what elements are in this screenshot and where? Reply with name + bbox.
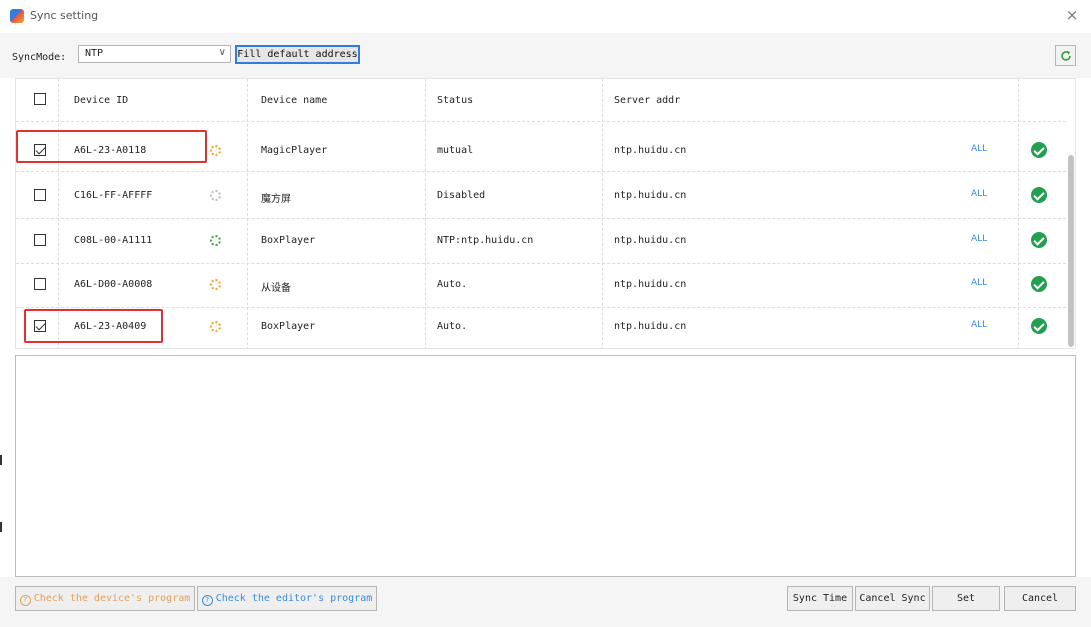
- column-divider: [602, 79, 603, 348]
- row-checkbox[interactable]: [34, 278, 46, 290]
- sync-mode-value: NTP: [85, 48, 104, 59]
- sync-mode-select[interactable]: NTP ∨: [78, 45, 231, 63]
- device-id-cell: A6L-D00-A0008: [74, 279, 153, 290]
- device-id-cell: C08L-00-A1111: [74, 235, 153, 246]
- server-addr-cell: ntp.huidu.cn: [614, 145, 687, 156]
- device-table: Device ID Device name Status Server addr…: [15, 78, 1076, 349]
- status-cell: NTP:ntp.huidu.cn: [437, 235, 534, 246]
- row-divider: [16, 218, 1066, 219]
- close-icon[interactable]: ×: [1063, 6, 1081, 24]
- row-checkbox[interactable]: [34, 234, 46, 246]
- column-divider: [1018, 79, 1019, 348]
- connection-status-icon: [210, 145, 221, 156]
- device-id-cell: C16L-FF-AFFFF: [74, 190, 153, 201]
- header-device-id[interactable]: Device ID: [74, 95, 128, 106]
- question-circle-icon: ?: [19, 595, 31, 606]
- sync-mode-label: SyncMode:: [12, 52, 67, 63]
- server-addr-cell: ntp.huidu.cn: [614, 321, 687, 332]
- header-status[interactable]: Status: [437, 95, 473, 106]
- row-divider: [16, 121, 1066, 122]
- sync-time-button[interactable]: Sync Time: [787, 586, 853, 611]
- status-cell: Disabled: [437, 190, 486, 201]
- device-name-cell: MagicPlayer: [261, 145, 328, 156]
- server-addr-cell: ntp.huidu.cn: [614, 235, 687, 246]
- header-device-name[interactable]: Device name: [261, 95, 327, 106]
- table-scrollbar[interactable]: [1068, 155, 1074, 347]
- all-link[interactable]: ALL: [971, 278, 987, 288]
- column-divider: [247, 79, 248, 348]
- check-circle-icon: [1031, 276, 1047, 292]
- all-link[interactable]: ALL: [971, 234, 987, 244]
- cancel-sync-button[interactable]: Cancel Sync: [855, 586, 930, 611]
- title-bar: Sync setting ×: [0, 0, 1091, 33]
- header-server-addr[interactable]: Server addr: [614, 95, 680, 106]
- device-name-cell: BoxPlayer: [261, 321, 316, 332]
- device-name-cell: 魔方屏: [261, 194, 291, 205]
- window-edge-mark: [0, 522, 2, 532]
- column-divider: [425, 79, 426, 348]
- server-addr-cell: ntp.huidu.cn: [614, 279, 687, 290]
- connection-status-icon: [210, 190, 221, 201]
- fill-default-address-button[interactable]: Fill default address: [235, 45, 360, 64]
- check-circle-icon: [1031, 232, 1047, 248]
- toolbar: SyncMode: NTP ∨ Fill default address: [0, 33, 1091, 78]
- device-name-cell: BoxPlayer: [261, 235, 316, 246]
- refresh-button[interactable]: [1055, 45, 1076, 66]
- status-cell: Auto.: [437, 279, 468, 290]
- set-button[interactable]: Set: [932, 586, 1000, 611]
- cancel-button[interactable]: Cancel: [1004, 586, 1076, 611]
- status-cell: Auto.: [437, 321, 468, 332]
- bottom-bar: ? Check the device's program ? Check the e…: [0, 577, 1091, 627]
- connection-status-icon: [210, 235, 221, 246]
- chevron-down-icon: ∨: [218, 47, 226, 58]
- window-edge-mark: [0, 455, 2, 465]
- status-cell: mutual: [437, 145, 474, 156]
- check-circle-icon: [1031, 187, 1047, 203]
- refresh-icon: [1061, 51, 1071, 61]
- table-header: Device ID Device name Status Server addr: [16, 79, 1075, 121]
- device-name-cell: 从设备: [261, 283, 291, 294]
- check-circle-icon: [1031, 142, 1047, 158]
- question-circle-icon: ?: [201, 595, 213, 606]
- all-link[interactable]: ALL: [971, 144, 987, 154]
- check-circle-icon: [1031, 318, 1047, 334]
- all-link[interactable]: ALL: [971, 320, 987, 330]
- connection-status-icon: [210, 279, 221, 290]
- server-addr-cell: ntp.huidu.cn: [614, 190, 687, 201]
- all-link[interactable]: ALL: [971, 189, 987, 199]
- log-output-area[interactable]: [15, 355, 1076, 577]
- row-divider: [16, 263, 1066, 264]
- app-logo-icon: [10, 9, 24, 23]
- row-checkbox[interactable]: [34, 189, 46, 201]
- window-title: Sync setting: [30, 9, 99, 22]
- connection-status-icon: [210, 321, 221, 332]
- check-device-program-button[interactable]: ? Check the device's program: [15, 586, 195, 611]
- row-divider: [16, 307, 1066, 308]
- highlight-box: [16, 130, 207, 163]
- highlight-box: [24, 309, 163, 343]
- check-editor-program-button[interactable]: ? Check the editor's program: [197, 586, 377, 611]
- row-divider: [16, 171, 1066, 172]
- select-all-checkbox[interactable]: [34, 93, 46, 105]
